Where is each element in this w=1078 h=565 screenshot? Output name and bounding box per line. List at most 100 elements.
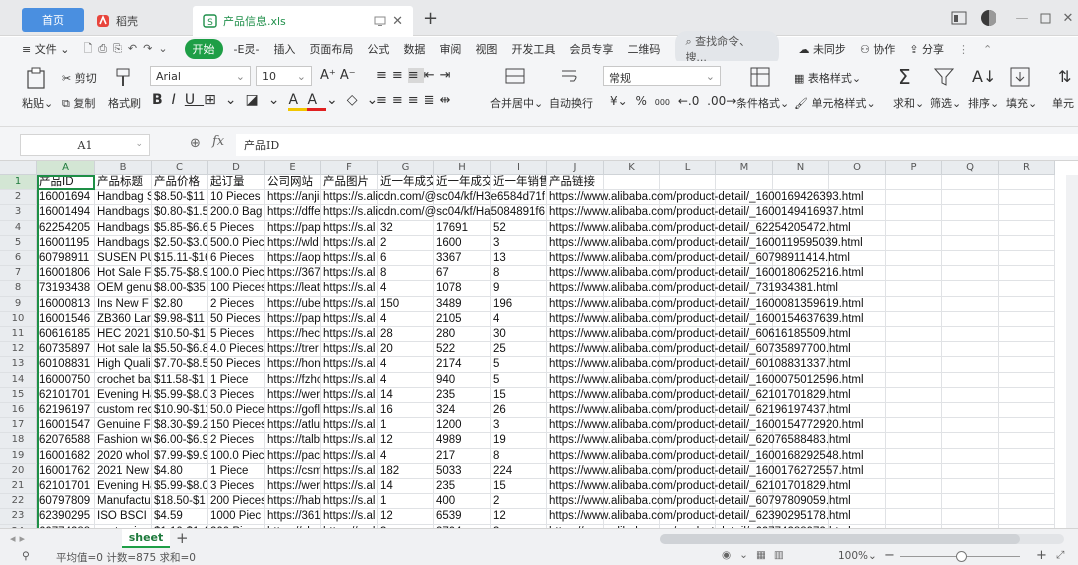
table-cell[interactable]: https://csm	[265, 463, 321, 479]
table-cell[interactable]	[886, 311, 942, 327]
header-cell[interactable]: 近一年成交	[378, 175, 434, 191]
table-cell[interactable]: 17691	[434, 220, 491, 236]
font-size-select[interactable]: 10 ⌄	[256, 66, 312, 86]
table-cell[interactable]: 16	[378, 403, 434, 419]
table-cell[interactable]	[942, 433, 999, 449]
table-cell[interactable]	[999, 509, 1055, 525]
table-cell[interactable]: 16001694	[37, 190, 95, 206]
table-cell[interactable]: Evening Ha	[95, 387, 152, 403]
minimize-icon[interactable]: —	[1014, 10, 1030, 26]
table-cell[interactable]: $10.90-$11	[152, 403, 208, 419]
table-cell[interactable]: 62390295	[37, 509, 95, 525]
sheet-nav-buttons[interactable]: ◂▸	[10, 532, 29, 545]
table-cell[interactable]: Handbag S	[95, 190, 152, 206]
table-cell[interactable]: https://s.al	[321, 448, 378, 464]
table-cell[interactable]	[999, 266, 1055, 282]
table-cell[interactable]: https://hec	[265, 327, 321, 343]
table-cell[interactable]: $11.58-$1	[152, 372, 208, 388]
table-cell[interactable]: 522	[434, 342, 491, 358]
vertical-scrollbar[interactable]	[1066, 175, 1078, 528]
header-cell[interactable]: 产品价格	[152, 175, 208, 191]
header-cell[interactable]	[829, 175, 886, 191]
table-cell[interactable]: https://s.al	[321, 494, 378, 510]
column-header[interactable]: F	[321, 161, 378, 175]
table-cell[interactable]: 16001494	[37, 205, 95, 221]
table-cell[interactable]	[886, 357, 942, 373]
column-header[interactable]: J	[547, 161, 604, 175]
header-cell[interactable]: 产品图片	[321, 175, 378, 191]
tab-daoke[interactable]: 稻壳	[86, 6, 190, 36]
row-header[interactable]: 13	[0, 357, 37, 373]
table-cell[interactable]	[886, 448, 942, 464]
zoom-slider-thumb[interactable]	[956, 551, 967, 562]
column-header[interactable]: K	[604, 161, 660, 175]
table-cell[interactable]: 2	[378, 235, 434, 251]
table-cell[interactable]: https://s.al	[321, 433, 378, 449]
zoom-formula-icon[interactable]: ⊕	[190, 136, 201, 151]
table-cell[interactable]: https://s.al	[321, 235, 378, 251]
table-cell[interactable]: https://hab	[265, 494, 321, 510]
row-header[interactable]: 5	[0, 235, 37, 251]
format-painter-button[interactable]: 格式刷	[108, 95, 141, 111]
table-cell[interactable]: https://s.al	[321, 266, 378, 282]
row-header[interactable]: 22	[0, 494, 37, 510]
table-cell[interactable]: https://s.al	[321, 281, 378, 297]
table-cell[interactable]: $5.99-$8.0	[152, 479, 208, 495]
table-cell[interactable]	[942, 327, 999, 343]
align-top-buttons[interactable]: ≡≡≡⇤⇥	[376, 68, 456, 83]
column-header[interactable]: R	[999, 161, 1055, 175]
table-cell[interactable]	[942, 494, 999, 510]
table-cell[interactable]	[942, 190, 999, 206]
table-cell[interactable]: https://s.al	[321, 387, 378, 403]
table-cell[interactable]: $8.30-$9.2	[152, 418, 208, 434]
filter-button[interactable]: 筛选⌄	[930, 95, 961, 111]
table-cell[interactable]: 67	[434, 266, 491, 282]
table-cell[interactable]: https://wer	[265, 387, 321, 403]
table-cell[interactable]: https://www.alibaba.com/product-detail/_…	[547, 296, 864, 312]
table-cell[interactable]: $6.00-$6.9	[152, 433, 208, 449]
table-cell[interactable]	[999, 251, 1055, 267]
table-cell[interactable]: 60798911	[37, 251, 95, 267]
table-cell[interactable]: 50 Pieces	[208, 357, 265, 373]
table-cell[interactable]: 3 Pieces	[208, 387, 265, 403]
table-cell[interactable]: 5 Pieces	[208, 327, 265, 343]
conditional-format-button[interactable]: 条件格式⌄	[736, 95, 789, 111]
column-header[interactable]: A	[37, 161, 95, 175]
table-cell[interactable]	[886, 220, 942, 236]
table-cell[interactable]: Handbags	[95, 205, 152, 221]
table-cell[interactable]	[942, 220, 999, 236]
fullscreen-icon[interactable]: ⤢	[1056, 549, 1064, 562]
row-header[interactable]: 21	[0, 479, 37, 495]
table-cell[interactable]: https://s.al	[321, 509, 378, 525]
table-cell[interactable]: https://s.al	[321, 418, 378, 434]
tab-close-icon[interactable]: ✕	[392, 14, 403, 29]
table-cell[interactable]: https://www.alibaba.com/product-detail/_…	[547, 342, 851, 358]
table-cell[interactable]	[942, 463, 999, 479]
zoom-level[interactable]: 100%⌄	[838, 550, 877, 562]
table-cell[interactable]: 4	[378, 448, 434, 464]
column-header[interactable]: P	[886, 161, 942, 175]
table-cell[interactable]: 62254205	[37, 220, 95, 236]
row-header[interactable]: 12	[0, 342, 37, 358]
table-cell[interactable]: $5.85-$6.6	[152, 220, 208, 236]
row-header[interactable]: 17	[0, 418, 37, 434]
table-cell[interactable]: 14	[378, 387, 434, 403]
table-cell[interactable]: https://361	[265, 509, 321, 525]
table-cell[interactable]: 15	[491, 479, 547, 495]
row-header[interactable]: 1	[0, 175, 37, 191]
row-header[interactable]: 8	[0, 281, 37, 297]
table-cell[interactable]: 4	[378, 372, 434, 388]
layout-icon[interactable]	[951, 10, 967, 26]
table-cell[interactable]: https://367	[265, 266, 321, 282]
table-cell[interactable]: $4.80	[152, 463, 208, 479]
table-cell[interactable]: https://s.al	[321, 251, 378, 267]
table-cell[interactable]: https://www.alibaba.com/product-detail/_…	[547, 403, 851, 419]
table-cell[interactable]: 8	[491, 266, 547, 282]
fill-icon[interactable]	[1010, 67, 1030, 87]
row-header[interactable]: 7	[0, 266, 37, 282]
header-cell[interactable]: 公司网站	[265, 175, 321, 191]
row-header[interactable]: 4	[0, 220, 37, 236]
format-painter-icon[interactable]	[114, 67, 132, 87]
header-cell[interactable]: 产品链接	[547, 175, 604, 191]
table-cell[interactable]: 25	[491, 342, 547, 358]
